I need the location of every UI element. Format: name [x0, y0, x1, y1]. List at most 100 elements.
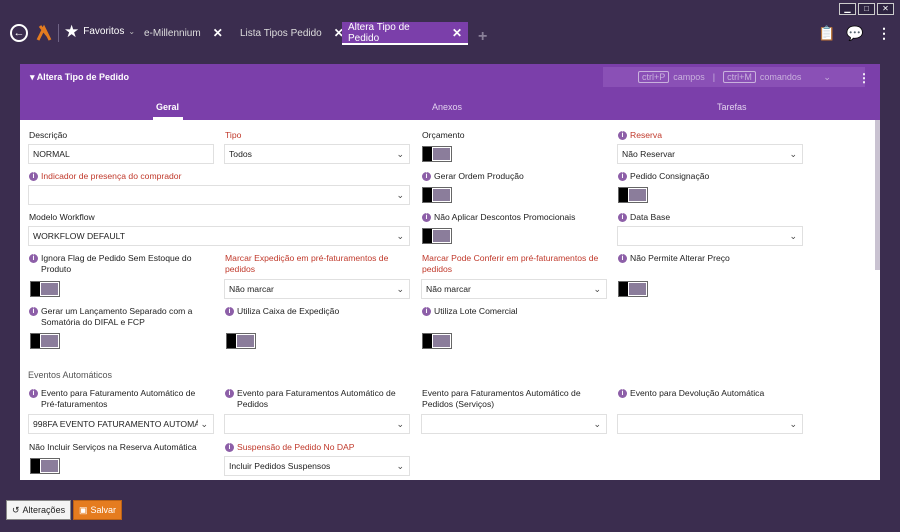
- save-button[interactable]: ▣ Salvar: [73, 500, 123, 520]
- toggle-knob: [31, 282, 40, 296]
- close-window-button[interactable]: ✕: [877, 3, 894, 15]
- chevron-down-icon: ⌄: [593, 284, 601, 294]
- tab-anexos[interactable]: Anexos: [432, 102, 462, 112]
- reserva-label: i Reserva: [618, 130, 662, 141]
- close-icon[interactable]: ✕: [452, 26, 462, 40]
- tab-e-millennium[interactable]: e-Millennium ✕: [138, 22, 229, 44]
- close-icon[interactable]: ✕: [213, 26, 223, 40]
- chevron-down-icon: ⌄: [198, 415, 208, 433]
- star-icon: ★: [64, 22, 80, 41]
- suspensao-value: Incluir Pedidos Suspensos: [229, 461, 331, 471]
- form-panel: ▾ Altera Tipo de Pedido ctrl+P campos | …: [20, 64, 880, 480]
- marcar-exp-label: Marcar Expedição em pré-faturamentos de p…: [225, 253, 388, 275]
- nao-permite-toggle[interactable]: [618, 281, 648, 297]
- chevron-down-icon: ⌄: [593, 419, 601, 429]
- toggle-track: [237, 335, 254, 347]
- marcar-conf-select[interactable]: Não marcar ⌄: [421, 279, 607, 299]
- shortcut-hints[interactable]: ctrl+P campos | ctrl+M comandos ⌄: [603, 67, 865, 87]
- gerar-lanc-toggle[interactable]: [30, 333, 60, 349]
- minimize-button[interactable]: ▁: [839, 3, 856, 15]
- evento-pre-select[interactable]: 998FA EVENTO FATURAMENTO AUTOMÁ ⌄: [28, 414, 214, 434]
- utiliza-caixa-toggle[interactable]: [226, 333, 256, 349]
- chevron-down-icon: ⌄: [396, 419, 404, 429]
- back-arrow-icon[interactable]: ←: [10, 24, 28, 42]
- utiliza-lote-label: i Utiliza Lote Comercial: [422, 306, 518, 317]
- panel-title[interactable]: ▾ Altera Tipo de Pedido: [30, 72, 129, 83]
- maximize-button[interactable]: □: [858, 3, 875, 15]
- utiliza-caixa-label: i Utiliza Caixa de Expedição: [225, 306, 339, 317]
- kebab-menu-icon[interactable]: ⋮: [877, 25, 891, 42]
- evento-ped-label: i Evento para Faturamentos Automático de P…: [225, 388, 396, 410]
- indicador-label: i Indicador de presença do comprador: [29, 171, 181, 182]
- panel-title-text: Altera Tipo de Pedido: [36, 72, 130, 82]
- nao-permite-label: i Não Permite Alterar Preço: [618, 253, 730, 264]
- evento-pre-label-line1: Evento para Faturamento Automático de: [41, 388, 196, 398]
- title-bar: ▁ □ ✕ ← ★ Favoritos ⌄ e-Millennium ✕ List…: [0, 0, 900, 46]
- gerar-lanc-label: i Gerar um Lançamento Separado com a Somat…: [29, 306, 192, 328]
- toggle-knob: [619, 282, 628, 296]
- orcamento-label: Orçamento: [422, 130, 465, 140]
- toggle-knob: [423, 188, 432, 202]
- tab-tarefas[interactable]: Tarefas: [717, 102, 747, 112]
- utiliza-caixa-label-text: Utiliza Caixa de Expedição: [237, 306, 340, 316]
- marcar-exp-select[interactable]: Não marcar ⌄: [224, 279, 410, 299]
- evento-ped-select[interactable]: ⌄: [224, 414, 410, 434]
- eventos-section-title: Eventos Automáticos: [28, 370, 113, 380]
- evento-serv-label: Evento para Faturamentos Automático de Pe…: [422, 388, 581, 410]
- evento-dev-label-text: Evento para Devolução Automática: [630, 388, 765, 398]
- info-icon: i: [618, 213, 627, 223]
- evento-serv-select[interactable]: ⌄: [421, 414, 607, 434]
- shortcut-key: ctrl+M: [723, 71, 756, 83]
- info-icon: i: [29, 254, 38, 264]
- ignora-flag-label: i Ignora Flag de Pedido Sem Estoque do Pro…: [29, 253, 192, 275]
- indicador-select[interactable]: ⌄: [28, 185, 410, 205]
- indicador-label-text: Indicador de presença do comprador: [41, 171, 182, 181]
- kebab-menu-icon[interactable]: ⋮: [858, 71, 870, 85]
- info-icon: i: [618, 172, 627, 182]
- window-controls: ▁ □ ✕: [839, 3, 894, 15]
- evento-ped-label-line2: Pedidos: [237, 399, 269, 409]
- nao-aplicar-toggle[interactable]: [422, 228, 452, 244]
- chat-icon[interactable]: 💬: [846, 25, 863, 42]
- clipboard-icon[interactable]: 📋: [818, 25, 835, 42]
- gerar-lanc-label-line2: Somatória do DIFAL e FCP: [41, 317, 145, 327]
- orcamento-toggle[interactable]: [422, 146, 452, 162]
- evento-dev-select[interactable]: ⌄: [617, 414, 803, 434]
- tipo-select[interactable]: Todos ⌄: [224, 144, 410, 164]
- favorites-menu[interactable]: ★ Favoritos ⌄: [64, 23, 135, 40]
- alteracoes-button[interactable]: ↺ Alterações: [6, 500, 72, 520]
- tab-altera-tipo-pedido[interactable]: Altera Tipo de Pedido ✕: [342, 22, 468, 44]
- gerar-ordem-toggle[interactable]: [422, 187, 452, 203]
- modelo-workflow-select[interactable]: WORKFLOW DEFAULT ⌄: [28, 226, 410, 246]
- tab-label: Altera Tipo de Pedido: [348, 22, 410, 44]
- data-base-select[interactable]: ⌄: [617, 226, 803, 246]
- pedido-consig-toggle[interactable]: [618, 187, 648, 203]
- evento-dev-label: i Evento para Devolução Automática: [618, 388, 764, 399]
- info-icon: i: [422, 213, 431, 223]
- toggle-knob: [423, 147, 432, 161]
- tab-geral[interactable]: Geral: [156, 102, 179, 112]
- modelo-workflow-label: Modelo Workflow: [29, 212, 95, 222]
- suspensao-select[interactable]: Incluir Pedidos Suspensos ⌄: [224, 456, 410, 476]
- descricao-input[interactable]: NORMAL: [28, 144, 214, 164]
- nao-incluir-toggle[interactable]: [30, 458, 60, 474]
- favorites-label: Favoritos: [83, 26, 125, 37]
- toggle-track: [629, 189, 646, 201]
- toggle-track: [433, 335, 450, 347]
- app-logo-icon[interactable]: [36, 22, 52, 42]
- reserva-label-text: Reserva: [630, 130, 662, 140]
- ignora-flag-toggle[interactable]: [30, 281, 60, 297]
- save-icon: ▣: [79, 504, 88, 515]
- add-tab-icon[interactable]: +: [478, 28, 487, 46]
- chevron-down-icon: ⌄: [789, 419, 797, 429]
- caret-down-icon: ▾: [30, 72, 37, 82]
- active-subtab-indicator: [153, 117, 183, 120]
- evento-serv-label-line1: Evento para Faturamentos Automático de: [422, 388, 581, 398]
- tab-lista-tipos-pedido[interactable]: Lista Tipos Pedido ✕: [234, 22, 350, 44]
- scrollbar[interactable]: [875, 120, 880, 270]
- utiliza-lote-toggle[interactable]: [422, 333, 452, 349]
- ignora-flag-label-line1: Ignora Flag de Pedido Sem Estoque do: [41, 253, 192, 263]
- marcar-exp-label-line1: Marcar Expedição em pré-faturamentos de: [225, 253, 389, 263]
- alteracoes-label: Alterações: [22, 505, 66, 515]
- reserva-select[interactable]: Não Reservar ⌄: [617, 144, 803, 164]
